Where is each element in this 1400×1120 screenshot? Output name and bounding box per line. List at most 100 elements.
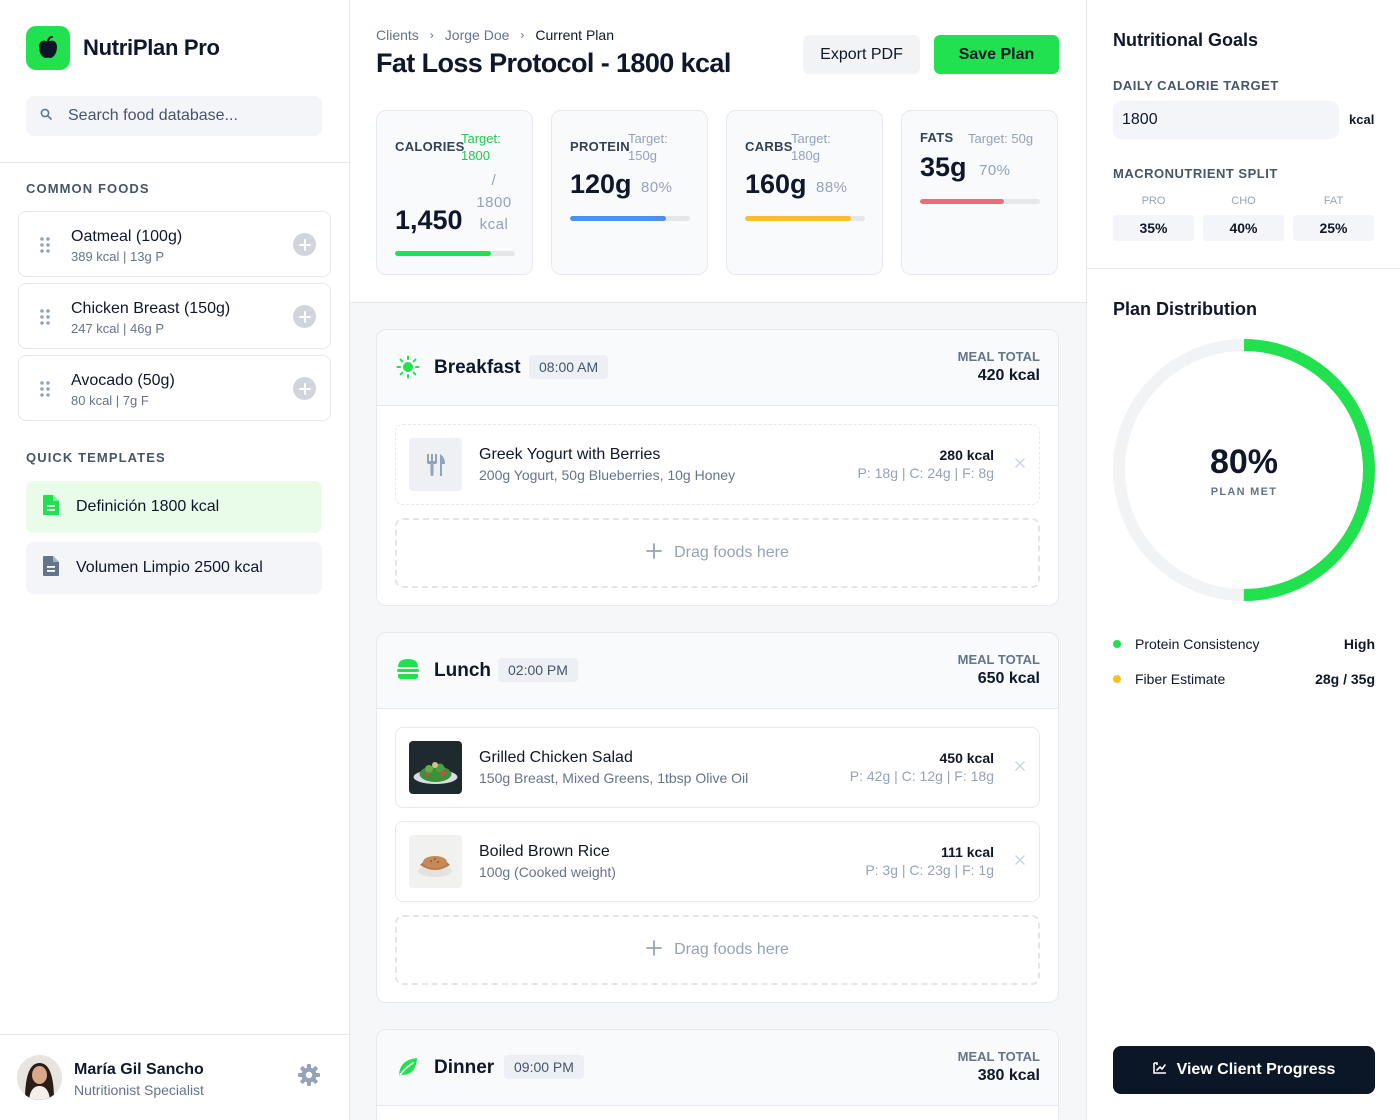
fats-progress-bar (920, 199, 1040, 204)
main-content: Clients › Jorge Doe › Current Plan Fat L… (350, 0, 1086, 1120)
template-volumen-limpio[interactable]: Volumen Limpio 2500 kcal (26, 542, 322, 594)
macro-name: FAT (1323, 195, 1344, 207)
stat-label: PROTEIN (570, 139, 630, 154)
macro-value[interactable]: 40% (1203, 215, 1284, 241)
food-card-chicken-breast[interactable]: Chicken Breast (150g) 247 kcal | 46g P (18, 283, 331, 349)
plan-met-value: 80% (1209, 442, 1279, 481)
meal-time-badge[interactable]: 09:00 PM (504, 1055, 584, 1079)
brand-name: NutriPlan Pro (83, 35, 220, 60)
kcal-unit: kcal (1349, 112, 1375, 127)
stat-percent: 88% (816, 179, 848, 196)
macro-value[interactable]: 35% (1113, 215, 1194, 241)
stat-value-suffix: / 1800 kcal (476, 172, 512, 233)
drop-zone[interactable]: Drag foods here (395, 915, 1040, 985)
right-panel: Nutritional Goals DAILY CALORIE TARGET k… (1086, 0, 1400, 1120)
stat-card-calories: CALORIES Target: 1800 1,450 / 1800 kcal (376, 110, 533, 275)
add-food-button[interactable] (293, 233, 316, 256)
food-card-avocado[interactable]: Avocado (50g) 80 kcal | 7g F (18, 355, 331, 421)
save-plan-button[interactable]: Save Plan (934, 35, 1059, 74)
user-profile: María Gil Sancho Nutritionist Specialist (0, 1034, 349, 1120)
stat-target: Target: 180g (791, 131, 831, 163)
breadcrumb-current: Current Plan (535, 27, 614, 43)
meal-item-desc: 200g Yogurt, 50g Blueberries, 10g Honey (479, 467, 736, 483)
meal-item-name: Boiled Brown Rice (479, 843, 610, 860)
food-meta: 247 kcal | 46g P (71, 321, 164, 336)
plus-icon (646, 939, 663, 961)
metric-protein-consistency: Protein Consistency High (1113, 634, 1375, 654)
meal-header: Breakfast 08:00 AM MEAL TOTAL 420 kcal (377, 330, 1058, 406)
breadcrumb: Clients › Jorge Doe › Current Plan (376, 27, 614, 43)
meal-item-kcal: 111 kcal (941, 844, 994, 860)
stat-percent: 80% (641, 179, 673, 196)
protein-progress-bar (570, 216, 690, 221)
stat-card-carbs: CARBS Target: 180g 160g 88% (726, 110, 883, 275)
add-food-button[interactable] (293, 377, 316, 400)
calories-progress-bar (395, 251, 515, 256)
meal-header: Dinner 09:00 PM MEAL TOTAL 380 kcal (377, 1030, 1058, 1106)
status-dot (1113, 640, 1121, 648)
stat-value: 120g (570, 169, 632, 199)
plus-icon (298, 382, 311, 395)
template-label: Definición 1800 kcal (76, 498, 220, 515)
meal-header: Lunch 02:00 PM MEAL TOTAL 650 kcal (377, 633, 1058, 709)
template-label: Volumen Limpio 2500 kcal (76, 559, 263, 576)
meal-item-desc: 100g (Cooked weight) (479, 864, 616, 880)
stat-label: CARBS (745, 139, 793, 154)
breadcrumb-clients[interactable]: Clients (376, 27, 419, 43)
meal-item[interactable]: Boiled Brown Rice 100g (Cooked weight) 1… (395, 821, 1040, 902)
document-icon (42, 555, 60, 582)
export-pdf-button[interactable]: Export PDF (803, 35, 920, 74)
brand[interactable]: NutriPlan Pro (26, 26, 220, 70)
meal-item[interactable]: Greek Yogurt with Berries 200g Yogurt, 5… (395, 424, 1040, 505)
carbs-progress-bar (745, 216, 865, 221)
meal-item[interactable]: Grilled Chicken Salad 150g Breast, Mixed… (395, 727, 1040, 808)
food-card-oatmeal[interactable]: Oatmeal (100g) 389 kcal | 13g P (18, 211, 331, 277)
close-icon[interactable] (1015, 758, 1025, 776)
calorie-target-input[interactable] (1113, 101, 1339, 139)
food-meta: 389 kcal | 13g P (71, 249, 164, 264)
common-foods-heading: COMMON FOODS (26, 181, 150, 196)
meal-item-name: Greek Yogurt with Berries (479, 446, 661, 463)
stat-target: Target: 150g (628, 131, 668, 163)
status-dot (1113, 675, 1121, 683)
stat-value: 160g (745, 169, 807, 199)
add-food-button[interactable] (293, 305, 316, 328)
template-definicion[interactable]: Definición 1800 kcal (26, 481, 322, 533)
macro-value[interactable]: 25% (1293, 215, 1374, 241)
drag-handle-icon[interactable] (39, 308, 51, 331)
plus-icon (646, 542, 663, 564)
search-box[interactable] (26, 96, 322, 136)
gear-icon[interactable] (297, 1063, 321, 1092)
search-input[interactable] (68, 107, 298, 125)
chevron-right-icon: › (520, 28, 525, 42)
view-client-progress-button[interactable]: View Client Progress (1113, 1046, 1375, 1094)
drop-zone[interactable]: Drag foods here (395, 518, 1040, 588)
progress-fill (395, 251, 491, 256)
nutritional-goals-title: Nutritional Goals (1113, 30, 1259, 50)
avatar[interactable] (17, 1055, 62, 1100)
plus-icon (298, 310, 311, 323)
breadcrumb-client[interactable]: Jorge Doe (445, 27, 510, 43)
food-name: Oatmeal (100g) (71, 228, 183, 245)
meal-item-macros: P: 3g | C: 23g | F: 1g (865, 862, 994, 878)
meal-total-label: MEAL TOTAL (957, 652, 1040, 667)
app-root: NutriPlan Pro COMMON FOODS Oatmeal (100g… (0, 0, 1400, 1120)
stat-value: 1,450 (395, 205, 463, 235)
meal-time-badge[interactable]: 08:00 AM (529, 355, 609, 379)
close-icon[interactable] (1015, 455, 1025, 473)
meal-item-kcal: 450 kcal (939, 750, 995, 766)
utensils-icon (409, 438, 462, 491)
meal-total-value: 380 kcal (977, 1067, 1040, 1084)
metric-value: 28g / 35g (1315, 671, 1375, 687)
progress-fill (570, 216, 666, 221)
meal-breakfast: Breakfast 08:00 AM MEAL TOTAL 420 kcal G… (376, 329, 1059, 606)
close-icon[interactable] (1015, 852, 1025, 870)
progress-fill (745, 216, 851, 221)
user-name: María Gil Sancho (74, 1061, 204, 1078)
drag-handle-icon[interactable] (39, 380, 51, 403)
plus-icon (298, 238, 311, 251)
meal-time-badge[interactable]: 02:00 PM (498, 658, 578, 682)
metric-fiber-estimate: Fiber Estimate 28g / 35g (1113, 669, 1375, 689)
macro-name: CHO (1231, 195, 1256, 207)
drag-handle-icon[interactable] (39, 236, 51, 259)
